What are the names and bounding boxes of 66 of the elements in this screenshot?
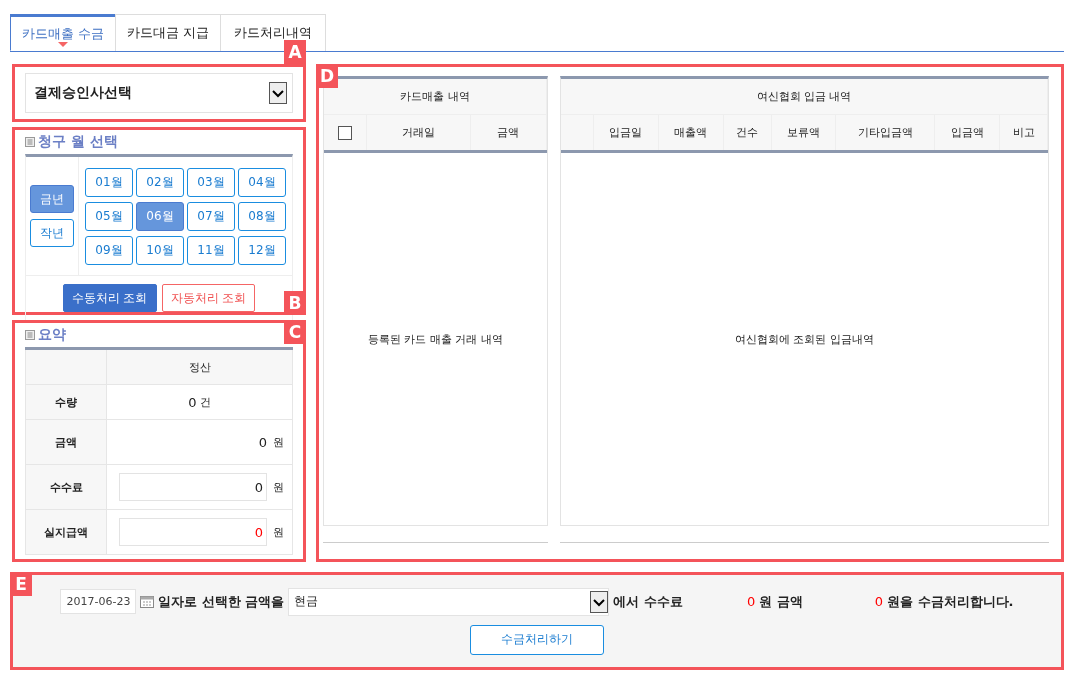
instruction-text: 원을 수금처리합니다. — [887, 592, 1014, 611]
column-header: 보류액 — [771, 114, 836, 152]
callout-label: A — [284, 40, 306, 64]
year-button[interactable]: 금년 — [30, 185, 74, 213]
column-header: 정산 — [106, 348, 293, 385]
month-button[interactable]: 12월 — [238, 235, 286, 265]
month-button[interactable]: 09월 — [85, 235, 133, 265]
section-title: 요약 — [38, 326, 66, 344]
year-button[interactable]: 작년 — [30, 219, 74, 247]
instruction-text: 일자로 선택한 금액을 — [158, 592, 285, 611]
column-header: 건수 — [723, 114, 772, 152]
payment-method-dropdown[interactable]: 현금 — [288, 587, 610, 616]
instruction-text: 원 금액 — [759, 592, 803, 611]
row-label: 수량 — [25, 384, 107, 420]
row-label: 금액 — [25, 419, 107, 465]
callout-label: E — [10, 572, 32, 596]
unit-label: 건 — [199, 394, 211, 410]
unit-label: 원 — [273, 479, 284, 495]
row-label: 수수료 — [25, 464, 107, 510]
instruction-text: 에서 수수료 — [613, 592, 683, 611]
table-title: 여신협회 입금 내역 — [561, 79, 1048, 115]
tab[interactable]: 카드매출 수금 — [10, 14, 116, 51]
month-button[interactable]: 06월 — [136, 201, 184, 231]
collect-button[interactable]: 수금처리하기 — [470, 624, 604, 655]
month-button[interactable]: 10월 — [136, 235, 184, 265]
value-text: 0 — [258, 434, 267, 450]
date-field[interactable]: 2017-06-23 — [60, 589, 137, 614]
tab[interactable]: 카드대금 지급 — [115, 14, 221, 51]
month-button[interactable]: 11월 — [187, 235, 235, 265]
month-button[interactable]: 07월 — [187, 201, 235, 231]
month-button[interactable]: 01월 — [85, 167, 133, 197]
active-tab-indicator — [58, 42, 68, 47]
column-header: 비고 — [999, 114, 1048, 152]
select-all-checkbox[interactable] — [338, 125, 352, 140]
amount-value: 0 — [874, 594, 884, 609]
amount-field[interactable]: 0 — [119, 473, 267, 501]
month-button[interactable]: 03월 — [187, 167, 235, 197]
column-header: 매출액 — [658, 114, 724, 152]
month-button[interactable]: 02월 — [136, 167, 184, 197]
list-icon — [25, 330, 35, 340]
callout-label: C — [284, 320, 306, 344]
fee-value: 0 — [747, 594, 756, 609]
approver-dropdown[interactable]: 결제승인사선택 — [25, 73, 293, 113]
row-label: 실지급액 — [25, 509, 107, 555]
column-header: 금액 — [470, 114, 547, 152]
column-header: 거래일 — [366, 114, 471, 152]
column-header: 입금일 — [593, 114, 659, 152]
value-text: 0 — [188, 394, 197, 410]
unit-label: 원 — [273, 434, 284, 450]
empty-message: 등록된 카드 매출 거래 내역 — [368, 331, 503, 347]
month-button[interactable]: 05월 — [85, 201, 133, 231]
query-button[interactable]: 수동처리 조회 — [62, 284, 157, 312]
month-button[interactable]: 08월 — [238, 201, 286, 231]
column-header: 기타입금액 — [835, 114, 935, 152]
dropdown-icon[interactable] — [269, 82, 287, 104]
section-title: 청구 월 선택 — [38, 133, 118, 151]
dropdown-icon[interactable] — [590, 590, 609, 613]
amount-field[interactable]: 0 — [119, 518, 267, 546]
calendar-icon[interactable] — [140, 595, 155, 608]
column-header: 입금액 — [934, 114, 1000, 152]
callout-label: B — [284, 291, 306, 315]
query-button[interactable]: 자동처리 조회 — [161, 284, 256, 312]
empty-message: 여신협회에 조회된 입금내역 — [735, 331, 874, 347]
month-button[interactable]: 04월 — [238, 167, 286, 197]
list-icon — [25, 137, 35, 147]
unit-label: 원 — [273, 524, 284, 540]
